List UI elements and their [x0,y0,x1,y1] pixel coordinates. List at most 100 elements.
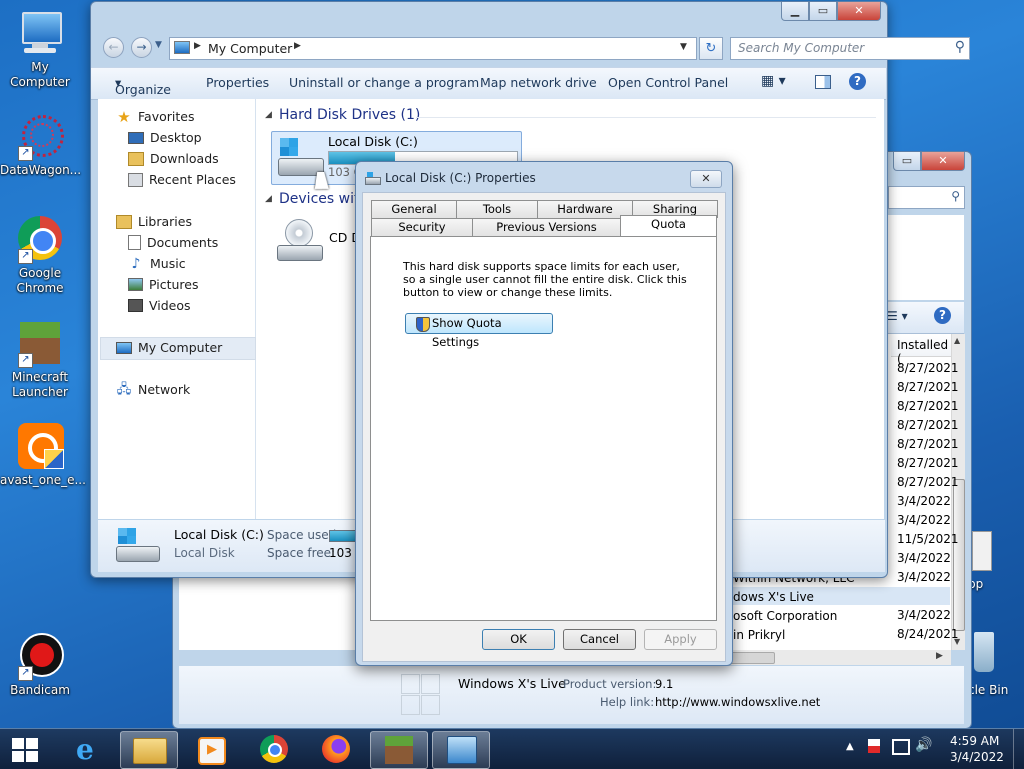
devices-header[interactable]: Devices wit [279,191,359,207]
nav-downloads[interactable]: Downloads [128,151,219,166]
installed-date-cell[interactable]: 8/24/2021 [897,627,959,641]
tab-security[interactable]: Security [371,218,473,236]
show-hidden-icons-icon[interactable]: ▲ [846,741,854,752]
cancel-button[interactable]: Cancel [563,629,636,650]
organize-button[interactable]: Organize ▾ [115,75,171,97]
tab-general[interactable]: General [371,200,457,218]
change-view-icon[interactable]: ▦ ▾ [761,73,786,89]
open-control-panel-button[interactable]: Open Control Panel [608,75,728,90]
hard-disk-drives-header[interactable]: Hard Disk Drives (1) [279,107,420,123]
installed-date-cell[interactable]: 3/4/2022 [897,551,951,565]
address-bar[interactable]: ▶ My Computer ▶ ▼ [169,37,697,60]
preview-pane-icon[interactable] [815,75,831,89]
tab-hardware[interactable]: Hardware [537,200,633,218]
address-text[interactable]: My Computer [208,41,292,56]
clock-time[interactable]: 4:59 AM [950,734,999,748]
address-dropdown-icon[interactable]: ▼ [680,42,687,52]
maximize-button[interactable]: ▭ [893,152,921,171]
nav-recent-places[interactable]: Recent Places [128,172,236,187]
breadcrumb-chevron-icon[interactable]: ▶ [194,41,201,51]
tab-tools[interactable]: Tools [456,200,538,218]
desktop-icon-datawagon[interactable]: ↗ DataWagon... [0,113,81,178]
partial-desktop-icon[interactable]: pp [968,527,1024,597]
taskbar-chrome[interactable] [246,731,302,767]
tab-previous-versions[interactable]: Previous Versions [472,218,621,236]
ok-button[interactable]: OK [482,629,555,650]
search-box-partial[interactable]: ⚲ [888,186,965,209]
help-icon[interactable]: ? [934,307,951,324]
nav-documents[interactable]: Documents [128,235,218,250]
taskbar-minecraft[interactable] [370,731,428,769]
horizontal-scrollbar[interactable]: ▶ [728,650,951,665]
clock-date[interactable]: 3/4/2022 [950,750,1004,764]
dialog-close-button[interactable]: ✕ [690,170,722,188]
show-desktop-button[interactable] [1013,729,1024,769]
properties-button[interactable]: Properties [206,75,269,90]
help-link[interactable]: http://www.windowsxlive.net [655,695,820,709]
apply-button[interactable]: Apply [644,629,717,650]
nav-favorites[interactable]: ★ Favorites [116,109,194,124]
uninstall-button[interactable]: Uninstall or change a program [289,75,479,90]
taskbar-firefox[interactable] [308,731,364,767]
installed-date-cell[interactable]: 8/27/2021 [897,456,959,470]
installed-date-cell[interactable]: 8/27/2021 [897,380,959,394]
desktop-icon-google-chrome[interactable]: ↗ Google Chrome [0,216,80,296]
collapse-arrow-icon[interactable]: ◢ [265,194,272,204]
network-tray-icon[interactable] [892,739,910,755]
desktop-icon-bandicam[interactable]: ↗ Bandicam [0,633,80,698]
recent-pages-dropdown-icon[interactable]: ▼ [155,40,162,50]
installed-date-cell[interactable]: 11/5/2021 [897,532,959,546]
taskbar-file-explorer[interactable] [120,731,178,769]
close-button[interactable]: ✕ [921,152,965,171]
action-center-flag-icon[interactable] [868,739,880,753]
desktop-icon-minecraft[interactable]: ↗ Minecraft Launcher [0,320,80,400]
scroll-up-arrow-icon[interactable]: ▲ [954,336,960,345]
taskbar-media-player[interactable]: ▶ [182,731,238,767]
collapse-arrow-icon[interactable]: ◢ [265,110,272,120]
help-icon[interactable]: ? [849,73,866,90]
close-button[interactable]: ✕ [837,2,881,21]
map-network-drive-button[interactable]: Map network drive [480,75,597,90]
publisher-cell[interactable]: osoft Corporation [733,609,837,623]
volume-icon[interactable]: 🔊 [915,737,932,753]
installed-date-cell[interactable]: 8/27/2021 [897,361,959,375]
installed-date-cell[interactable]: 8/27/2021 [897,475,959,489]
installed-date-cell[interactable]: 3/4/2022 [897,570,951,584]
installed-column-header[interactable]: Installed ( [891,334,951,366]
nav-videos[interactable]: Videos [128,298,191,313]
installed-date-cell[interactable]: 3/4/2022 [897,513,951,527]
minimize-button[interactable]: ▁ [781,2,809,21]
show-quota-settings-button[interactable]: Show Quota Settings [405,313,553,349]
taskbar-control-panel[interactable] [432,731,490,769]
maximize-button[interactable]: ▭ [809,2,837,21]
desktop-icon-avast[interactable]: avast_one_e... [0,423,86,488]
nav-my-computer[interactable]: My Computer [116,340,222,355]
search-input[interactable]: Search My Computer [738,41,864,55]
publisher-cell[interactable]: dows X's Live [733,590,814,604]
breadcrumb-chevron-icon[interactable]: ▶ [294,41,301,51]
view-options-icon[interactable]: ☰ ▾ [887,309,908,323]
nav-network[interactable]: 🖧 Network [116,382,190,397]
taskbar-internet-explorer[interactable]: e [62,731,118,767]
desktop-icon-my-computer[interactable]: My Computer [0,10,80,90]
refresh-button[interactable]: ↻ [699,37,723,60]
recycle-bin-icon-partial[interactable]: cle Bin [968,630,1024,700]
installed-date-cell[interactable]: 8/27/2021 [897,437,959,451]
nav-music[interactable]: ♪ Music [128,256,186,271]
installed-date-cell[interactable]: 3/4/2022 [897,494,951,508]
back-button[interactable]: ← [103,37,124,58]
scrollbar-thumb[interactable] [953,479,965,631]
publisher-cell[interactable]: in Prikryl [733,628,785,642]
start-button[interactable] [8,735,42,765]
nav-libraries[interactable]: Libraries [116,214,192,229]
installed-date-cell[interactable]: 3/4/2022 [897,608,951,622]
nav-pictures[interactable]: Pictures [128,277,199,292]
tab-quota[interactable]: Quota [620,215,717,236]
horizontal-scrollbar-thumb[interactable] [728,652,775,664]
nav-desktop[interactable]: Desktop [128,130,202,145]
scroll-right-arrow-icon[interactable]: ▶ [936,651,943,661]
installed-date-cell[interactable]: 8/27/2021 [897,399,959,413]
search-box[interactable]: Search My Computer ⚲ [730,37,970,60]
forward-button[interactable]: → [131,37,152,58]
installed-date-cell[interactable]: 8/27/2021 [897,418,959,432]
